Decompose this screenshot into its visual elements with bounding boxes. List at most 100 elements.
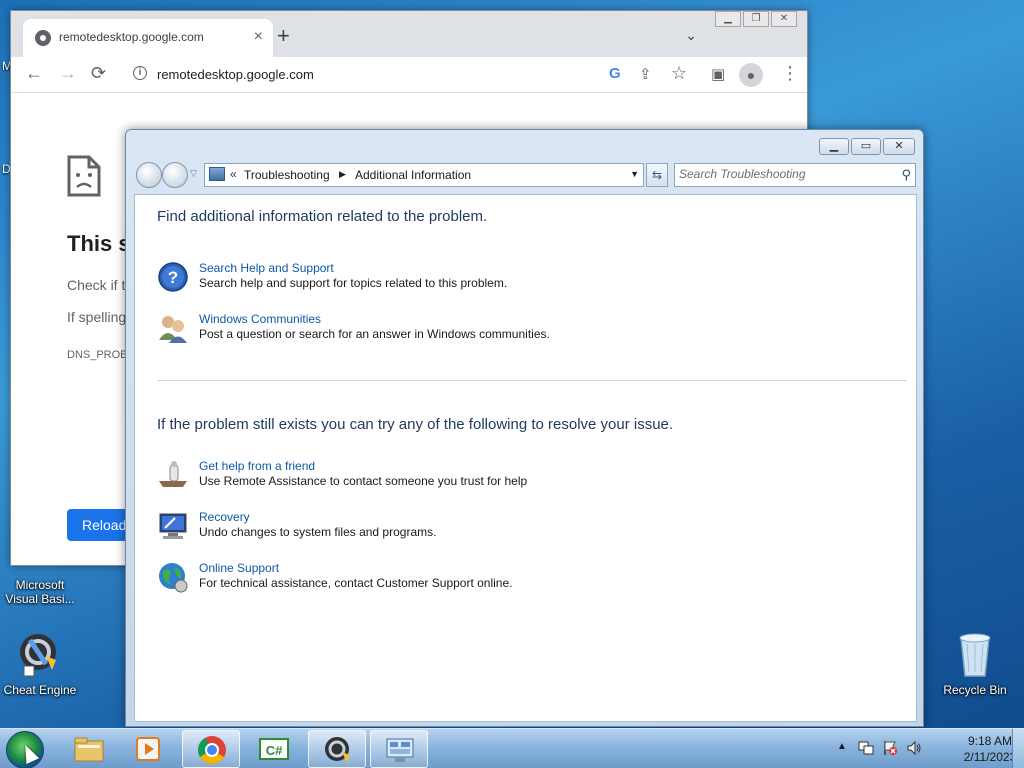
recent-pages-dropdown[interactable]: ▽: [190, 168, 197, 179]
close-button[interactable]: ✕: [771, 11, 797, 27]
menu-kebab-icon[interactable]: ⋮: [781, 63, 799, 84]
globe-icon: [157, 561, 189, 593]
section-divider: [157, 380, 907, 381]
chrome-tabstrip: remotedesktop.google.com × + ⌄ ▁ ❐ ✕: [11, 11, 807, 57]
close-button[interactable]: ✕: [883, 138, 915, 155]
desktop-icon-recycle-bin[interactable]: Recycle Bin: [935, 630, 1015, 697]
file-explorer-icon: [73, 733, 105, 768]
clock-date: 2/11/2023: [963, 750, 1017, 764]
volume-speaker-icon[interactable]: [906, 740, 922, 756]
forward-arrow-icon[interactable]: →: [59, 63, 77, 84]
control-panel-icon: [209, 167, 225, 181]
action-center-flag-icon[interactable]: [882, 740, 898, 756]
sad-page-icon: [67, 155, 101, 202]
start-button[interactable]: [6, 731, 44, 768]
error-heading: This s: [67, 231, 131, 256]
search-input[interactable]: [679, 167, 889, 181]
section-title-resolve-issue: If the problem still exists you can try …: [157, 416, 674, 433]
back-arrow-icon[interactable]: ←: [25, 63, 43, 84]
desktop-icon-label: Visual Basi...: [5, 592, 75, 606]
recovery-link[interactable]: Recovery: [199, 510, 250, 524]
community-icon: [157, 312, 189, 344]
taskbar-button-cheat-engine[interactable]: [308, 730, 366, 768]
search-icon[interactable]: ⚲: [901, 167, 911, 183]
navigation-bar: ▽ « Troubleshooting ▶ Additional Informa…: [134, 162, 916, 188]
minimize-button[interactable]: ▁: [819, 138, 849, 155]
media-player-icon: [133, 733, 165, 768]
tab-title: remotedesktop.google.com: [59, 30, 204, 44]
desktop-icon-label: Recycle Bin: [943, 683, 1007, 697]
google-lens-icon[interactable]: G: [609, 65, 621, 82]
help-icon: ?: [157, 261, 189, 293]
recovery-icon: [157, 510, 189, 542]
taskbar-clock[interactable]: 9:18 AM 2/11/2023: [962, 733, 1018, 765]
section-title-additional-info: Find additional information related to t…: [157, 208, 488, 225]
error-line-1: Check if t: [67, 277, 126, 293]
refresh-button[interactable]: ⇆: [646, 163, 668, 187]
tab-close-icon[interactable]: ×: [254, 28, 263, 46]
recovery-description: Undo changes to system files and program…: [199, 525, 437, 539]
chrome-window-controls: ▁ ❐ ✕: [715, 11, 797, 27]
share-icon[interactable]: ⇪: [639, 65, 652, 83]
csharp-icon: C#: [258, 733, 290, 768]
window-caption-buttons: ▁ ▭ ✕: [819, 138, 915, 155]
chrome-icon: [196, 734, 228, 768]
troubleshooting-window: ▁ ▭ ✕ ▽ « Troubleshooting ▶ Additional I…: [125, 129, 924, 727]
recycle-bin-icon: [935, 630, 1015, 681]
search-help-description: Search help and support for topics relat…: [199, 276, 508, 290]
desktop-icon-visual-basic[interactable]: Microsoft Visual Basi...: [0, 560, 80, 606]
online-support-link[interactable]: Online Support: [199, 561, 279, 575]
chrome-toolbar: ← → ⟳ i remotedesktop.google.com G ⇪ ☆ ▣…: [11, 57, 807, 93]
get-help-friend-description: Use Remote Assistance to contact someone…: [199, 474, 528, 488]
forward-button[interactable]: [162, 162, 188, 188]
error-line-2: If spelling: [67, 309, 127, 325]
breadcrumb-additional-information[interactable]: Additional Information: [355, 168, 471, 182]
chrome-tab[interactable]: remotedesktop.google.com ×: [23, 19, 273, 57]
breadcrumb-overflow[interactable]: «: [230, 167, 237, 181]
desktop-icon-label: Microsoft: [15, 578, 65, 592]
windows-communities-link[interactable]: Windows Communities: [199, 312, 321, 326]
system-tray: ▲ 9:18 AM 2/11/2023: [834, 729, 1024, 768]
remote-assistance-icon: [157, 459, 189, 491]
omnibox[interactable]: i remotedesktop.google.com: [121, 61, 601, 89]
show-hidden-icons-button[interactable]: ▲: [837, 741, 847, 752]
content-pane: Find additional information related to t…: [134, 194, 917, 722]
network-icon[interactable]: [858, 740, 874, 756]
mouse-cursor-icon: [18, 741, 40, 765]
search-help-link[interactable]: Search Help and Support: [199, 261, 334, 275]
side-panel-icon[interactable]: ▣: [711, 65, 725, 83]
error-code: DNS_PROB: [67, 349, 128, 361]
reload-icon[interactable]: ⟳: [91, 63, 106, 84]
show-desktop-button[interactable]: [1012, 729, 1024, 768]
clock-time: 9:18 AM: [967, 734, 1013, 748]
tab-search-button[interactable]: ⌄: [685, 27, 697, 44]
cheat-engine-icon: [0, 630, 80, 681]
back-button[interactable]: [136, 162, 162, 188]
breadcrumb-separator[interactable]: ▶: [339, 169, 346, 180]
minimize-button[interactable]: ▁: [715, 11, 741, 27]
svg-text:C#: C#: [266, 743, 283, 758]
taskbar-button-control-panel[interactable]: [370, 730, 428, 768]
windows-communities-description: Post a question or search for an answer …: [199, 327, 550, 341]
taskbar-button-media-player[interactable]: [120, 730, 178, 768]
bookmark-star-icon[interactable]: ☆: [671, 63, 687, 84]
address-bar[interactable]: « Troubleshooting ▶ Additional Informati…: [204, 163, 644, 187]
search-box[interactable]: ⚲: [674, 163, 916, 187]
new-tab-button[interactable]: +: [277, 25, 290, 47]
svg-text:?: ?: [168, 268, 178, 287]
desktop-icon-label: Cheat Engine: [3, 683, 77, 697]
desktop-icon-cheat-engine[interactable]: Cheat Engine: [0, 630, 80, 697]
get-help-friend-link[interactable]: Get help from a friend: [199, 459, 315, 473]
taskbar-button-csharp[interactable]: C#: [245, 730, 303, 768]
taskbar-button-file-explorer[interactable]: [60, 730, 118, 768]
taskbar: C# ▲ 9:18 AM 2/11/2023: [0, 728, 1024, 768]
address-dropdown[interactable]: ▼: [630, 169, 639, 179]
info-icon[interactable]: i: [133, 66, 147, 80]
breadcrumb-troubleshooting[interactable]: Troubleshooting: [244, 168, 330, 182]
restore-button[interactable]: ❐: [743, 11, 769, 27]
maximize-button[interactable]: ▭: [851, 138, 881, 155]
taskbar-button-chrome[interactable]: [182, 730, 240, 768]
profile-avatar-icon[interactable]: ●: [739, 63, 763, 87]
control-panel-icon: [384, 734, 416, 768]
address-url[interactable]: remotedesktop.google.com: [157, 67, 314, 82]
